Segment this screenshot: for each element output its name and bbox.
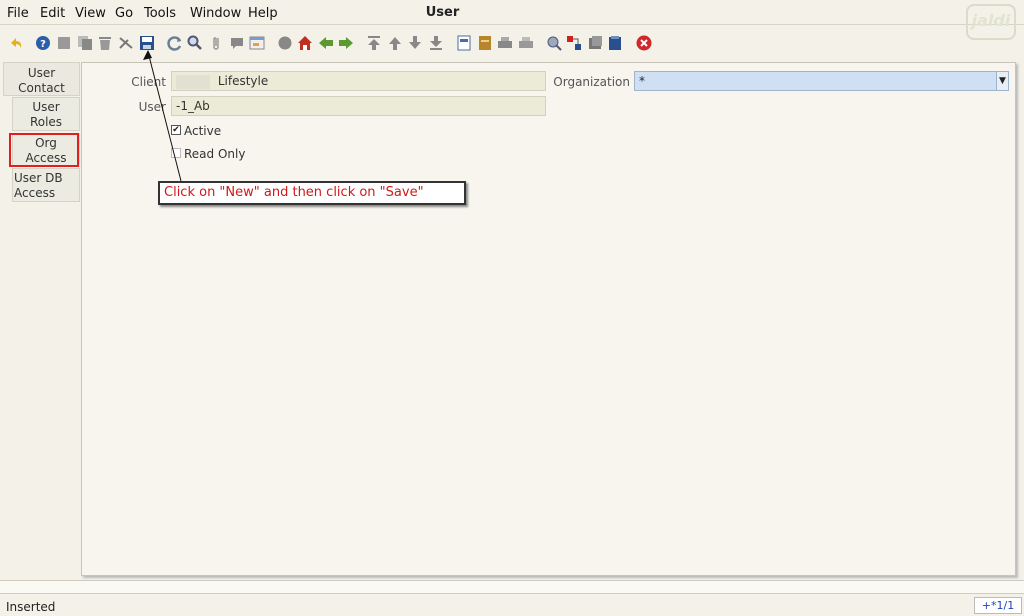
product-info-icon[interactable] — [607, 35, 623, 51]
menu-bar: File Edit View Go Tools Window Help User — [0, 0, 1024, 25]
status-text: Inserted — [6, 600, 56, 614]
tab-label: User Contact — [18, 66, 65, 95]
organization-value: * — [639, 74, 645, 88]
save-icon[interactable] — [139, 35, 155, 51]
previous-record-icon[interactable] — [387, 35, 403, 51]
active-checkbox[interactable]: ✔ — [171, 125, 181, 135]
window-title: User — [425, 5, 460, 20]
attachment-icon[interactable] — [208, 35, 224, 51]
archive-icon[interactable] — [477, 35, 493, 51]
find-icon[interactable] — [187, 35, 203, 51]
forward-icon[interactable] — [338, 35, 354, 51]
organization-label: Organization — [553, 75, 630, 89]
report-icon[interactable] — [456, 35, 472, 51]
print-preview-icon[interactable] — [518, 35, 534, 51]
user-value: -1_Ab — [176, 99, 210, 113]
form-panel — [81, 62, 1016, 576]
delete-selection-icon[interactable] — [118, 35, 134, 51]
tab-label: User Roles — [29, 100, 63, 129]
exit-icon[interactable] — [636, 35, 652, 51]
back-icon[interactable] — [318, 35, 334, 51]
history-icon[interactable] — [249, 35, 265, 51]
organization-select[interactable]: * ▼ — [634, 71, 1009, 91]
record-indicator[interactable]: +*1/1 — [974, 597, 1022, 614]
tab-user-contact[interactable]: User Contact — [3, 62, 80, 96]
workflow-icon[interactable] — [566, 35, 582, 51]
new-icon[interactable] — [56, 35, 72, 51]
last-record-icon[interactable] — [428, 35, 444, 51]
active-label: Active — [184, 124, 222, 138]
status-bar: Inserted +*1/1 — [0, 597, 1024, 616]
svg-text:?: ? — [40, 39, 46, 50]
help-icon[interactable]: ? — [35, 35, 51, 51]
user-field[interactable]: -1_Ab — [171, 96, 546, 116]
readonly-label: Read Only — [184, 147, 246, 161]
next-record-icon[interactable] — [407, 35, 423, 51]
client-label: Client — [131, 75, 166, 89]
tab-user-db-access[interactable]: User DB Access — [12, 168, 80, 202]
client-redacted — [176, 74, 210, 89]
client-field: Lifestyle — [171, 71, 546, 91]
tab-highlight-box — [9, 133, 79, 167]
print-icon[interactable] — [497, 35, 513, 51]
client-value: Lifestyle — [217, 74, 269, 88]
toolbar: ? — [0, 27, 1024, 57]
chevron-down-icon[interactable]: ▼ — [996, 72, 1008, 90]
undo-icon[interactable] — [8, 35, 24, 51]
first-record-icon[interactable] — [366, 35, 382, 51]
zoom-across-icon[interactable] — [546, 35, 562, 51]
instruction-callout: Click on "New" and then click on "Save" — [158, 181, 466, 205]
tab-label: User DB Access — [14, 171, 63, 200]
horizontal-scrollbar[interactable] — [0, 580, 1024, 594]
refresh-icon[interactable] — [167, 35, 183, 51]
parent-icon[interactable] — [297, 35, 313, 51]
readonly-checkbox[interactable] — [171, 148, 181, 158]
home-icon[interactable] — [277, 35, 293, 51]
copy-icon[interactable] — [77, 35, 93, 51]
user-label: User — [138, 100, 166, 114]
chat-icon[interactable] — [229, 35, 245, 51]
tab-user-roles[interactable]: User Roles — [12, 97, 80, 131]
delete-icon[interactable] — [97, 35, 113, 51]
request-icon[interactable] — [587, 35, 603, 51]
